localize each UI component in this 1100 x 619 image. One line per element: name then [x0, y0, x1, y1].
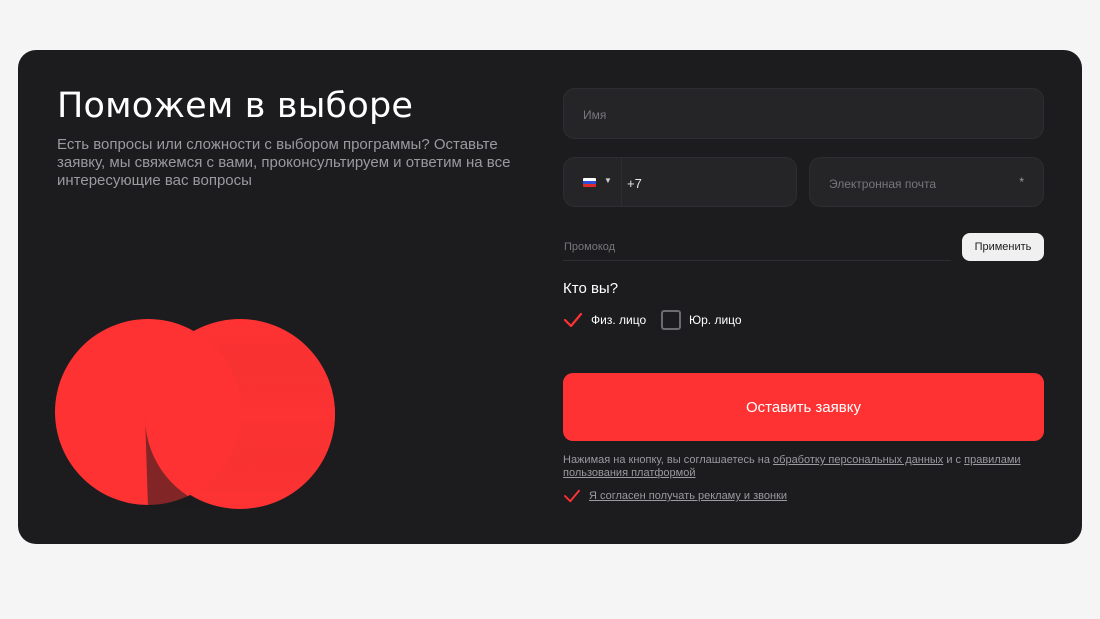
required-mark: *	[1019, 175, 1024, 189]
who-are-you-label: Кто вы?	[563, 280, 619, 297]
option-legal-entity[interactable]: Юр. лицо	[661, 309, 742, 331]
phone-code: +7	[627, 176, 642, 191]
option-legal-entity-label: Юр. лицо	[689, 313, 742, 327]
ads-consent-option[interactable]: Я согласен получать рекламу и звонки	[563, 489, 787, 503]
promo-code-input[interactable]: Промокод	[563, 231, 951, 261]
submit-button[interactable]: Оставить заявку	[563, 373, 1044, 441]
phone-field[interactable]: ▼ +7	[563, 157, 797, 207]
personal-data-link[interactable]: обработку персональных данных	[773, 454, 943, 466]
consent-mid: и с	[943, 454, 965, 466]
chevron-down-icon: ▼	[604, 176, 612, 185]
checkbox-icon	[661, 310, 681, 330]
name-field[interactable]: Имя	[563, 88, 1044, 139]
page-title: Поможем в выборе	[57, 86, 414, 126]
apply-promo-button[interactable]: Применить	[962, 233, 1044, 261]
overlapping-circles-graphic	[55, 319, 335, 510]
russia-flag-icon	[583, 178, 596, 187]
email-field[interactable]: Электронная почта *	[809, 157, 1044, 207]
checkmark-icon	[563, 312, 583, 328]
checkmark-icon	[564, 489, 580, 503]
consent-text: Нажимая на кнопку, вы соглашаетесь на об…	[563, 454, 1044, 480]
option-individual-label: Физ. лицо	[591, 313, 647, 327]
promo-placeholder: Промокод	[564, 241, 616, 253]
country-selector[interactable]: ▼	[564, 158, 622, 206]
ads-consent-link[interactable]: Я согласен получать рекламу и звонки	[589, 490, 787, 502]
email-placeholder: Электронная почта	[829, 177, 937, 191]
option-individual[interactable]: Физ. лицо	[563, 309, 646, 331]
consent-prefix: Нажимая на кнопку, вы соглашаетесь на	[563, 454, 774, 466]
page-subtitle: Есть вопросы или сложности с выбором про…	[57, 136, 511, 189]
contact-form-card: Поможем в выборе Есть вопросы или сложно…	[18, 50, 1082, 544]
name-placeholder: Имя	[583, 108, 607, 122]
